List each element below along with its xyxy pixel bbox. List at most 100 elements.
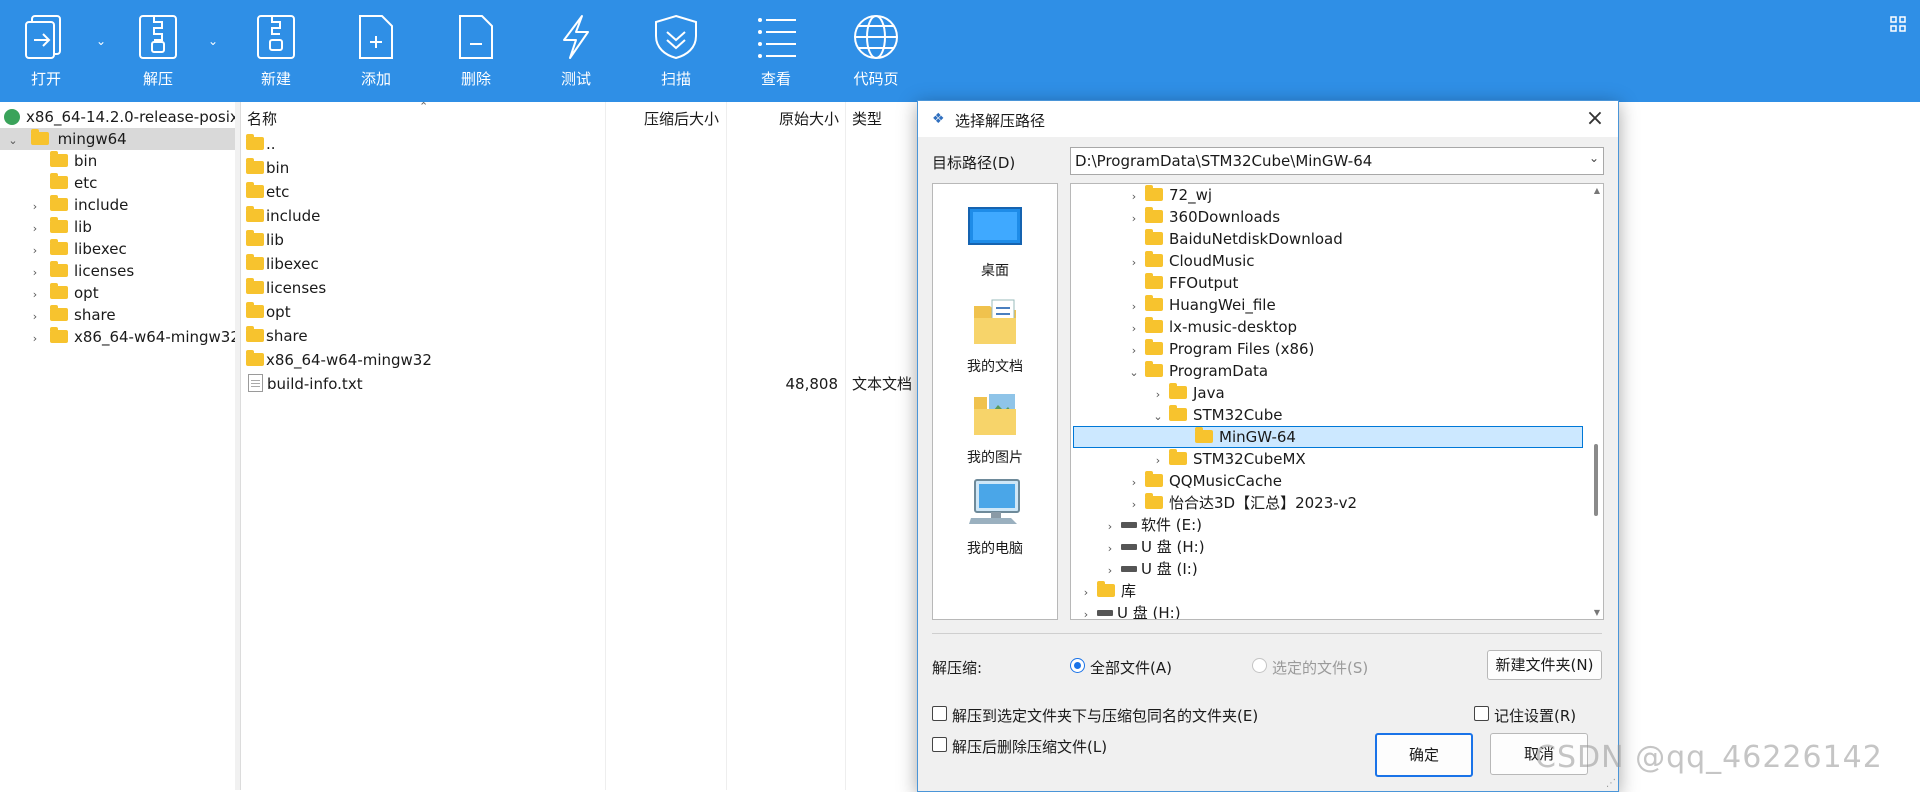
radio-all-files[interactable] — [1070, 658, 1085, 673]
ok-button[interactable]: 确定 — [1375, 733, 1473, 777]
list-item[interactable]: libexec — [246, 252, 319, 276]
chevron-right-icon[interactable]: › — [1127, 340, 1141, 362]
tree-node[interactable]: › CloudMusic — [1127, 250, 1255, 272]
target-path-combobox[interactable]: D:\ProgramData\STM32Cube\MinGW-64 ⌄ — [1070, 147, 1604, 175]
extract-button[interactable]: 解压 — [120, 14, 196, 89]
column-header-name[interactable]: 名称 — [247, 108, 277, 130]
tree-item-x86_64-w64-mingw32[interactable]: › x86_64-w64-mingw32 — [28, 326, 240, 348]
tree-node[interactable]: › 库 — [1079, 580, 1136, 602]
scroll-up-icon[interactable]: ▲ — [1594, 186, 1600, 195]
scrollbar-thumb[interactable] — [1594, 444, 1598, 516]
tree-node[interactable]: › STM32CubeMX — [1151, 448, 1306, 470]
chevron-down-icon[interactable]: ⌄ — [1589, 151, 1599, 165]
chevron-right-icon[interactable]: › — [28, 240, 42, 262]
chevron-right-icon[interactable]: › — [28, 306, 42, 328]
tree-node[interactable]: › 软件 (E:) — [1103, 514, 1202, 536]
dialog-titlebar[interactable]: ❖ 选择解压路径 × — [918, 101, 1618, 137]
list-item[interactable]: lib — [246, 228, 284, 252]
list-item[interactable]: bin — [246, 156, 289, 180]
radio-selected-files[interactable] — [1252, 658, 1267, 673]
checkbox-remember-settings[interactable] — [1474, 706, 1489, 721]
extract-dropdown-chevron-icon[interactable]: ⌄ — [208, 34, 218, 48]
chevron-right-icon[interactable]: › — [1127, 208, 1141, 230]
radio-selected-files-label[interactable]: 选定的文件(S) — [1272, 657, 1368, 678]
panel-splitter[interactable] — [235, 102, 241, 790]
tree-item-etc[interactable]: etc — [50, 172, 97, 194]
tree-node[interactable]: ⌄ ProgramData — [1127, 360, 1268, 382]
chevron-right-icon[interactable]: › — [28, 218, 42, 240]
checkbox-delete-after-extract-label[interactable]: 解压后删除压缩文件(L) — [952, 736, 1107, 757]
radio-all-files-label[interactable]: 全部文件(A) — [1090, 657, 1172, 678]
quick-desktop[interactable]: 桌面 — [933, 206, 1057, 280]
tree-node[interactable]: › HuangWei_file — [1127, 294, 1276, 316]
list-item[interactable]: share — [246, 324, 308, 348]
chevron-right-icon[interactable]: › — [1127, 252, 1141, 274]
tree-node[interactable]: › 怡合达3D【汇总】2023-v2 — [1127, 492, 1357, 514]
chevron-down-icon[interactable]: ⌄ — [6, 130, 20, 152]
quick-pictures[interactable]: 我的图片 — [933, 387, 1057, 467]
tree-node[interactable]: › U 盘 (H:) — [1103, 536, 1205, 558]
tree-item-lib[interactable]: › lib — [28, 216, 92, 238]
chevron-right-icon[interactable]: › — [1103, 560, 1117, 582]
resize-grip-icon[interactable]: ⋰ — [1606, 778, 1616, 789]
chevron-right-icon[interactable]: › — [1103, 516, 1117, 538]
tree-node[interactable]: › U 盘 (I:) — [1103, 558, 1198, 580]
tree-item-licenses[interactable]: › licenses — [28, 260, 134, 282]
code-page-button[interactable]: 代码页 — [838, 14, 914, 89]
new-folder-button[interactable]: 新建文件夹(N) — [1487, 650, 1602, 680]
chevron-right-icon[interactable]: › — [28, 328, 42, 350]
open-button[interactable]: 打开 — [8, 14, 84, 89]
quick-documents[interactable]: 我的文档 — [933, 296, 1057, 376]
list-item[interactable]: build-info.txt — [246, 372, 363, 396]
list-item[interactable]: etc — [246, 180, 289, 204]
column-header-type[interactable]: 类型 — [852, 108, 882, 130]
tree-node-selected[interactable]: MinGW-64 — [1073, 426, 1583, 448]
list-item[interactable]: .. — [246, 132, 276, 156]
scroll-down-icon[interactable]: ▼ — [1594, 608, 1600, 617]
tree-node[interactable]: › Program Files (x86) — [1127, 338, 1314, 360]
chevron-right-icon[interactable]: › — [1127, 296, 1141, 318]
chevron-right-icon[interactable]: › — [1151, 384, 1165, 406]
chevron-right-icon[interactable]: › — [1079, 582, 1093, 604]
delete-button[interactable]: 删除 — [438, 14, 514, 89]
column-header-size[interactable]: 原始大小 — [779, 108, 839, 130]
chevron-down-icon[interactable]: ⌄ — [1127, 362, 1141, 384]
chevron-right-icon[interactable]: › — [28, 262, 42, 284]
checkbox-extract-to-subfolder-label[interactable]: 解压到选定文件夹下与压缩包同名的文件夹(E) — [952, 705, 1258, 726]
new-archive-button[interactable]: 新建 — [238, 14, 314, 89]
close-icon[interactable]: × — [1582, 106, 1608, 132]
tree-node[interactable]: › Java — [1151, 382, 1225, 404]
grid-menu-icon[interactable] — [1890, 16, 1906, 32]
tree-item-bin[interactable]: bin — [50, 150, 97, 172]
tree-item-mingw64[interactable]: ⌄ mingw64 — [0, 128, 235, 150]
tree-node[interactable]: › lx-music-desktop — [1127, 316, 1297, 338]
list-item[interactable]: licenses — [246, 276, 326, 300]
checkbox-extract-to-subfolder[interactable] — [932, 706, 947, 721]
tree-scrollbar[interactable]: ▲ ▼ — [1589, 184, 1603, 619]
add-button[interactable]: 添加 — [338, 14, 414, 89]
list-item[interactable]: opt — [246, 300, 291, 324]
chevron-right-icon[interactable]: › — [28, 196, 42, 218]
tree-item-opt[interactable]: › opt — [28, 282, 99, 304]
chevron-right-icon[interactable]: › — [1127, 472, 1141, 494]
view-button[interactable]: 查看 — [738, 14, 814, 89]
tree-archive-root[interactable]: x86_64-14.2.0-release-posix — [4, 106, 239, 128]
tree-node[interactable]: ⌄ STM32Cube — [1151, 404, 1282, 426]
tree-item-libexec[interactable]: › libexec — [28, 238, 127, 260]
open-dropdown-chevron-icon[interactable]: ⌄ — [96, 34, 106, 48]
chevron-right-icon[interactable]: › — [1127, 318, 1141, 340]
column-header-packed[interactable]: 压缩后大小 — [644, 108, 719, 130]
chevron-right-icon[interactable]: › — [1103, 538, 1117, 560]
tree-node[interactable]: › QQMusicCache — [1127, 470, 1282, 492]
tree-node[interactable]: BaiduNetdiskDownload — [1145, 228, 1343, 250]
tree-node[interactable]: › 360Downloads — [1127, 206, 1280, 228]
chevron-down-icon[interactable]: ⌄ — [1151, 406, 1165, 428]
chevron-right-icon[interactable]: › — [1151, 450, 1165, 472]
tree-node[interactable]: FFOutput — [1145, 272, 1238, 294]
checkbox-delete-after-extract[interactable] — [932, 737, 947, 752]
test-button[interactable]: 测试 — [538, 14, 614, 89]
chevron-right-icon[interactable]: › — [28, 284, 42, 306]
quick-computer[interactable]: 我的电脑 — [933, 478, 1057, 558]
scan-button[interactable]: 扫描 — [638, 14, 714, 89]
tree-node[interactable]: › 72_wj — [1127, 184, 1212, 206]
